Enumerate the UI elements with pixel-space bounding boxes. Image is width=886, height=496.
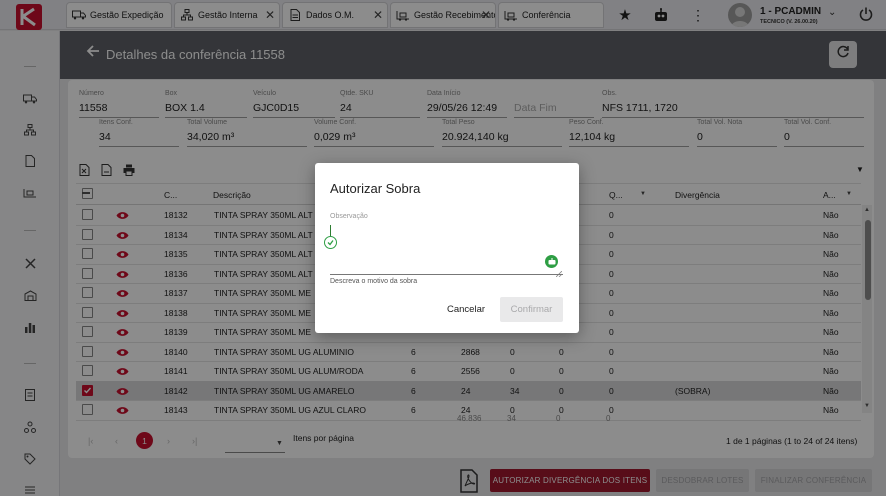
authorize-surplus-dialog: Autorizar Sobra Observação Descreva o mo… — [315, 163, 579, 333]
cancel-button[interactable]: Cancelar — [447, 304, 485, 315]
resize-handle-icon[interactable] — [555, 264, 563, 278]
textarea-underline — [330, 274, 563, 275]
observation-textarea[interactable] — [330, 223, 563, 275]
observation-hint: Descreva o motivo da sobra — [330, 278, 418, 285]
confirm-button[interactable]: Confirmar — [500, 297, 563, 322]
observation-label: Observação — [330, 213, 368, 220]
dialog-title: Autorizar Sobra — [330, 181, 421, 196]
app-root: Gestão Expedição Gestão Interna ✕ Dados … — [0, 0, 886, 496]
